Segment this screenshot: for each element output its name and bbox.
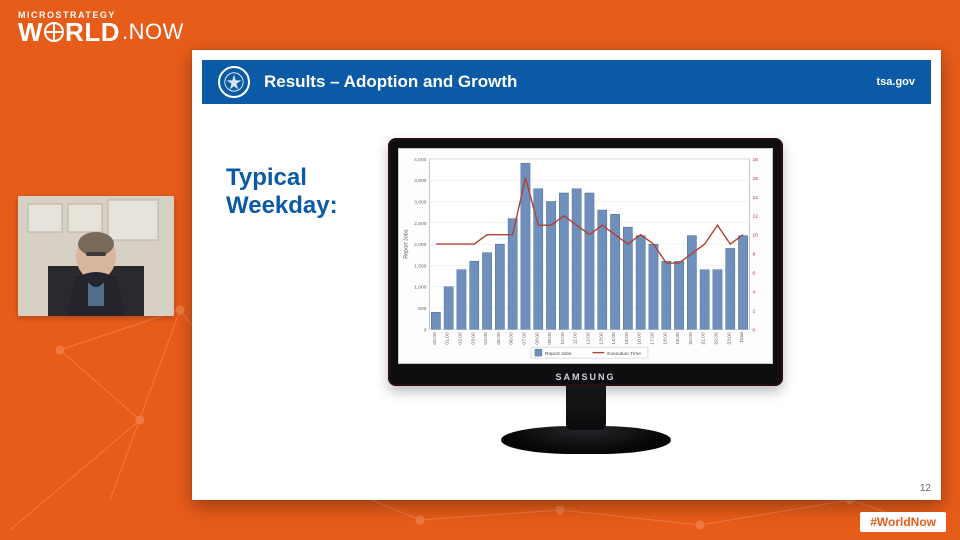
monitor-mockup: SAMSUNG 0 500 1,000 1,500 2,000 2,500 3,000 3,5…	[388, 138, 783, 478]
svg-text:11:00: 11:00	[573, 332, 579, 344]
svg-text:01:00: 01:00	[445, 332, 451, 345]
svg-text:06:00: 06:00	[509, 332, 515, 345]
chart-screen: 0 500 1,000 1,500 2,000 2,500 3,000 3,500 4,000 0…	[398, 148, 773, 364]
monitor-neck	[566, 386, 606, 430]
svg-text:1,500: 1,500	[414, 263, 427, 269]
svg-text:2,000: 2,000	[414, 242, 427, 248]
slide-header: Results – Adoption and Growth tsa.gov	[202, 60, 931, 104]
svg-text:14:00: 14:00	[611, 332, 617, 345]
svg-text:8: 8	[752, 252, 755, 258]
svg-text:23:00: 23:00	[726, 332, 732, 345]
slide-site-label: tsa.gov	[876, 76, 915, 88]
event-hashtag: #WorldNow	[860, 512, 946, 532]
svg-text:2,500: 2,500	[414, 221, 427, 227]
svg-text:17:00: 17:00	[649, 332, 655, 345]
svg-text:Report Jobs: Report Jobs	[404, 229, 410, 259]
svg-text:0: 0	[424, 327, 427, 333]
svg-text:05:00: 05:00	[496, 332, 502, 345]
svg-text:13:00: 13:00	[598, 332, 604, 345]
svg-text:00:00: 00:00	[432, 332, 438, 345]
svg-text:4,000: 4,000	[414, 157, 427, 163]
svg-text:09:00: 09:00	[547, 332, 553, 345]
chart-caption: Typical Weekday:	[226, 164, 386, 220]
svg-text:2: 2	[752, 308, 755, 314]
svg-text:02:00: 02:00	[457, 332, 463, 345]
presentation-slide: Results – Adoption and Growth tsa.gov Ty…	[192, 50, 941, 500]
svg-text:03:00: 03:00	[470, 332, 476, 345]
svg-text:07:00: 07:00	[521, 332, 527, 345]
svg-text:3,000: 3,000	[414, 199, 427, 205]
svg-text:20:00: 20:00	[688, 332, 694, 345]
monitor-base	[501, 426, 671, 454]
monitor-brand-label: SAMSUNG	[555, 372, 615, 382]
svg-text:04:00: 04:00	[483, 332, 489, 345]
svg-text:19:00: 19:00	[675, 332, 681, 345]
svg-text:10: 10	[752, 233, 758, 239]
slide-page-number: 12	[920, 483, 931, 494]
svg-text:12: 12	[752, 214, 758, 220]
svg-text:12:00: 12:00	[585, 332, 591, 345]
svg-text:4: 4	[752, 289, 755, 295]
svg-text:0: 0	[752, 327, 755, 333]
svg-text:08:00: 08:00	[534, 332, 540, 345]
svg-text:1,000: 1,000	[414, 285, 427, 291]
svg-text:18: 18	[752, 157, 758, 163]
svg-text:Total: Total	[739, 332, 745, 342]
globe-icon	[44, 22, 64, 42]
svg-text:14: 14	[752, 195, 758, 201]
svg-text:22:00: 22:00	[713, 332, 719, 345]
svg-text:Report Jobs: Report Jobs	[545, 351, 572, 357]
svg-text:Execution Time: Execution Time	[607, 351, 641, 357]
slide-title: Results – Adoption and Growth	[264, 72, 876, 92]
svg-text:500: 500	[418, 306, 426, 312]
monitor-bezel: SAMSUNG 0 500 1,000 1,500 2,000 2,500 3,000 3,5…	[388, 138, 783, 386]
svg-text:21:00: 21:00	[701, 332, 707, 345]
bar-line-chart: 0 500 1,000 1,500 2,000 2,500 3,000 3,500 4,000 0…	[399, 149, 772, 363]
svg-text:15:00: 15:00	[624, 332, 630, 345]
svg-text:3,500: 3,500	[414, 178, 427, 184]
agency-seal-icon	[218, 66, 250, 98]
svg-text:18:00: 18:00	[662, 332, 668, 345]
svg-text:10:00: 10:00	[560, 332, 566, 345]
brand-logo: MICROSTRATEGY W RLD .NOW	[18, 10, 184, 44]
svg-text:16:00: 16:00	[637, 332, 643, 345]
svg-text:6: 6	[752, 270, 755, 276]
speaker-webcam	[18, 196, 174, 316]
brand-world: W RLD .NOW	[18, 20, 184, 44]
svg-text:16: 16	[752, 176, 758, 182]
